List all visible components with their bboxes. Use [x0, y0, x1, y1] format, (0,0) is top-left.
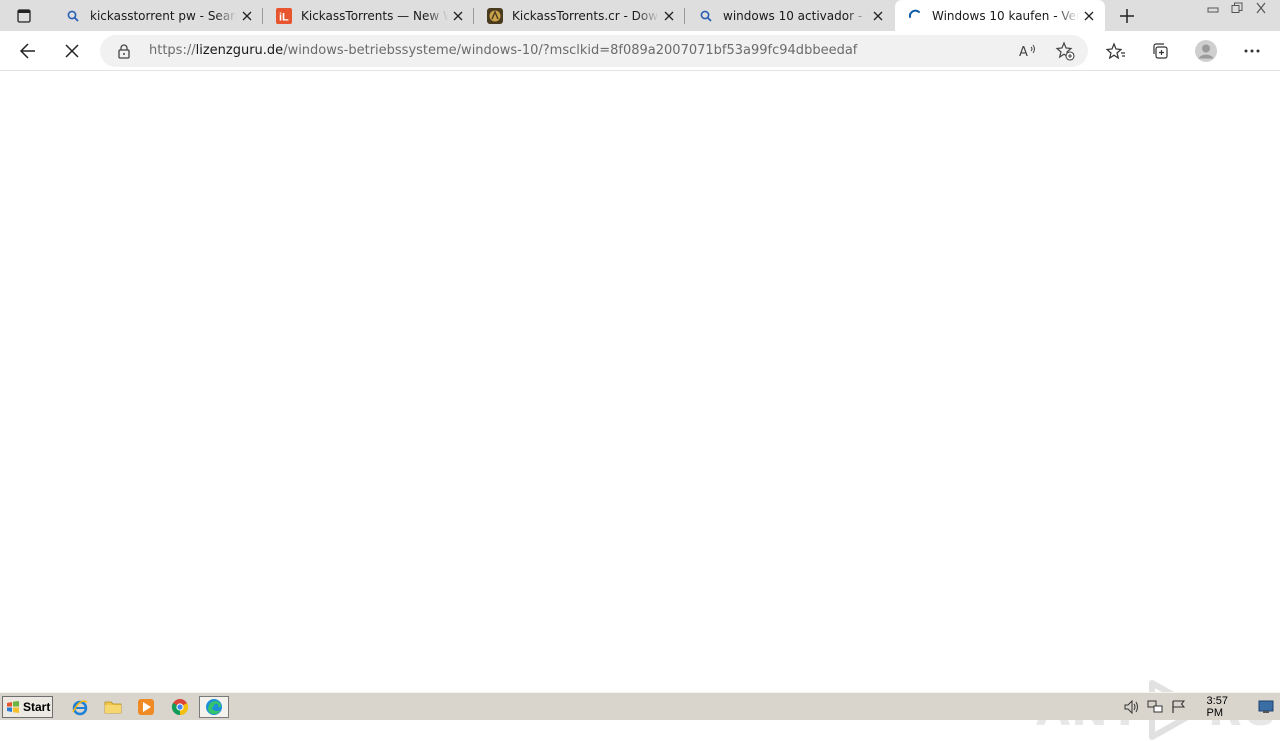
url-prefix: https:// — [149, 43, 196, 58]
close-icon[interactable] — [448, 6, 468, 26]
tab-kickasstorrent-search[interactable]: kickasstorrent pw - Search — [53, 0, 263, 31]
action-center-button[interactable] — [1169, 698, 1189, 716]
ie-icon — [72, 700, 88, 716]
close-icon[interactable] — [1079, 6, 1099, 26]
taskbar-explorer[interactable] — [101, 696, 125, 718]
taskbar-clock[interactable]: 3:57 PM — [1207, 695, 1247, 719]
restore-icon — [1231, 2, 1243, 13]
add-favorite-button[interactable] — [1054, 40, 1076, 62]
close-icon[interactable] — [237, 6, 257, 26]
minimize-icon — [1207, 7, 1219, 13]
url-path: /windows-betriebssysteme/windows-10/?msc… — [283, 43, 858, 58]
taskbar-edge[interactable] — [199, 696, 229, 718]
folder-icon — [104, 701, 122, 714]
new-tab-button[interactable] — [1114, 3, 1140, 29]
close-window-button[interactable] — [1250, 0, 1272, 16]
close-icon — [65, 44, 79, 58]
stop-loading-button[interactable] — [56, 35, 88, 67]
network-button[interactable] — [1146, 698, 1166, 716]
window-controls — [1202, 0, 1272, 18]
address-bar[interactable]: https://lizenzguru.de/windows-betriebssy… — [100, 35, 1088, 67]
tab-kickasstorrents-cr[interactable]: KickassTorrents.cr - Download — [475, 0, 685, 31]
read-aloud-icon: A — [1019, 44, 1035, 59]
more-icon — [1244, 49, 1260, 53]
taskbar-chrome[interactable] — [168, 696, 192, 718]
start-label: Start — [23, 700, 51, 714]
star-add-icon — [1055, 41, 1075, 61]
flag-icon — [1172, 700, 1185, 713]
plus-icon — [1120, 9, 1134, 23]
collections-button[interactable] — [1144, 35, 1176, 67]
avatar-icon — [1195, 40, 1217, 62]
show-desktop-button[interactable] — [1257, 698, 1277, 716]
collections-icon — [1153, 43, 1168, 59]
loading-spinner-icon — [907, 8, 923, 24]
search-icon — [698, 8, 714, 24]
volume-button[interactable] — [1122, 698, 1142, 716]
network-icon — [1147, 700, 1163, 713]
page-content: ANY RUN — [0, 71, 1280, 740]
tab-title: Windows 10 kaufen - Versandkostenfrei — [932, 8, 1079, 23]
url-host: lizenzguru.de — [195, 43, 284, 58]
favorites-icon — [1106, 42, 1125, 60]
back-button[interactable] — [12, 35, 44, 67]
close-icon[interactable] — [659, 6, 679, 26]
restore-button[interactable] — [1226, 0, 1248, 16]
tab-title: kickasstorrent pw - Search — [90, 8, 237, 23]
svg-text:iL: iL — [279, 11, 289, 23]
edge-icon — [206, 699, 222, 715]
url-text[interactable]: https://lizenzguru.de/windows-betriebssy… — [149, 43, 857, 59]
tab-windows-10-activador-search[interactable]: windows 10 activador - Search — [686, 0, 894, 31]
close-icon[interactable] — [868, 6, 888, 26]
tab-strip: kickasstorrent pw - Search iL KickassTor… — [0, 0, 1280, 31]
media-player-icon — [138, 699, 154, 715]
favorites-button[interactable] — [1100, 35, 1132, 67]
tab-title: KickassTorrents.cr - Download — [512, 8, 659, 23]
speaker-icon — [1124, 700, 1138, 714]
desktop-icon — [1258, 700, 1274, 713]
read-aloud-button[interactable]: A — [1017, 40, 1039, 62]
taskbar: Start 3:57 PM — [0, 692, 1280, 720]
profile-button[interactable] — [1190, 35, 1222, 67]
tab-title: KickassTorrents — New Website — [301, 8, 448, 23]
il-logo-icon: iL — [276, 7, 292, 24]
windows-flag-icon — [7, 701, 19, 713]
start-button[interactable]: Start — [2, 696, 53, 718]
svg-text:A: A — [1019, 45, 1028, 59]
browser-toolbar: https://lizenzguru.de/windows-betriebssy… — [0, 31, 1280, 71]
minimize-button[interactable] — [1202, 0, 1224, 16]
taskbar-ie[interactable] — [68, 696, 92, 718]
tab-actions-button[interactable] — [8, 4, 40, 28]
taskbar-media-player[interactable] — [134, 696, 158, 718]
chrome-icon — [171, 699, 189, 716]
search-icon — [65, 8, 81, 24]
arrow-left-icon — [19, 43, 35, 59]
tab-title: windows 10 activador - Search — [723, 8, 868, 23]
tab-windows-10-kaufen[interactable]: Windows 10 kaufen - Versandkostenfrei — [895, 0, 1105, 31]
tab-actions-icon — [17, 9, 31, 23]
system-tray: 3:57 PM — [1122, 695, 1280, 719]
close-icon — [1256, 2, 1266, 14]
kat-logo-icon — [487, 7, 503, 24]
settings-menu-button[interactable] — [1236, 35, 1268, 67]
lock-icon[interactable] — [116, 43, 132, 59]
tab-kickasstorrents-new-website[interactable]: iL KickassTorrents — New Website — [264, 0, 474, 31]
